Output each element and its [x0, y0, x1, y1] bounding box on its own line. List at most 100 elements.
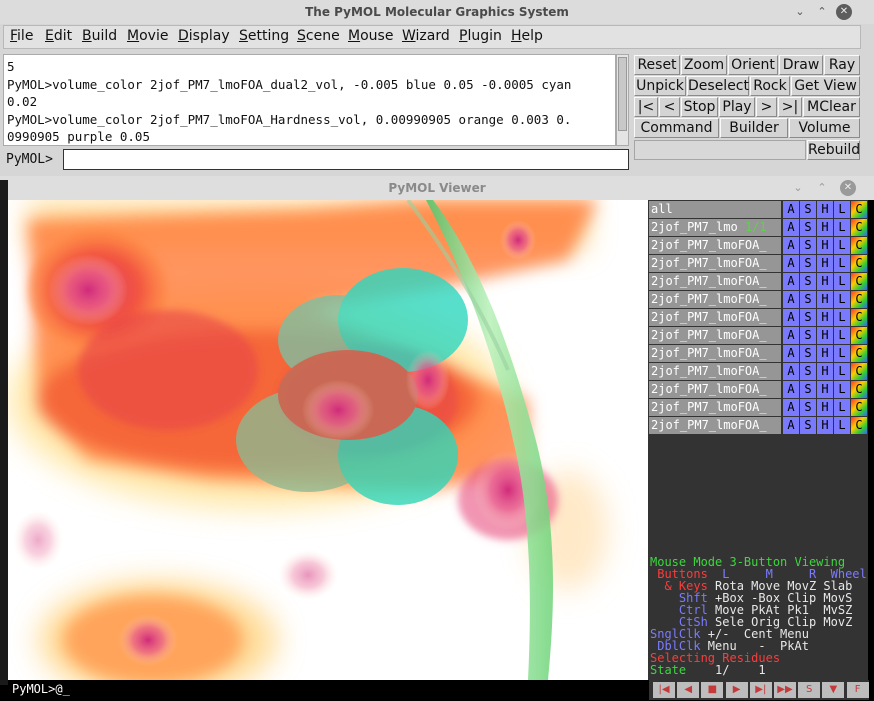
label-button[interactable]: L — [834, 417, 850, 434]
label-button[interactable]: L — [834, 273, 850, 290]
action-button[interactable]: A — [783, 399, 799, 416]
hide-button[interactable]: H — [817, 327, 833, 344]
show-button[interactable]: S — [800, 291, 816, 308]
show-button[interactable]: S — [800, 201, 816, 218]
hide-button[interactable]: H — [817, 291, 833, 308]
hide-button[interactable]: H — [817, 363, 833, 380]
orient-button[interactable]: Orient — [728, 55, 778, 75]
minimize-icon[interactable]: ⌄ — [790, 180, 806, 196]
hide-button[interactable]: H — [817, 219, 833, 236]
viewer-prompt[interactable]: PyMOL>@_ — [8, 680, 648, 698]
object-name[interactable]: 2jof_PM7_lmoFOA_ — [649, 255, 781, 272]
volume-button[interactable]: Volume — [789, 118, 860, 138]
color-button[interactable]: C — [851, 255, 867, 272]
dropdown-button[interactable]: ▼ — [822, 682, 845, 698]
rewind-icon[interactable]: |◀ — [653, 682, 675, 698]
deselect-button[interactable]: Deselect — [687, 76, 749, 96]
object-name[interactable]: 2jof_PM7_lmoFOA_ — [649, 237, 781, 254]
color-button[interactable]: C — [851, 219, 867, 236]
menu-movie[interactable]: Movie — [127, 28, 168, 44]
object-name[interactable]: 2jof_PM7_lmoFOA_ — [649, 273, 781, 290]
object-name[interactable]: 2jof_PM7_lmoFOA_ — [649, 399, 781, 416]
object-row-all[interactable]: all A S H L C — [648, 200, 868, 218]
color-button[interactable]: C — [851, 201, 867, 218]
menu-mouse[interactable]: Mouse — [348, 28, 393, 44]
color-button[interactable]: C — [851, 345, 867, 362]
object-name[interactable]: 2jof_PM7_lmo 1/1 — [649, 219, 781, 236]
hide-button[interactable]: H — [817, 273, 833, 290]
hide-button[interactable]: H — [817, 345, 833, 362]
label-button[interactable]: L — [834, 291, 850, 308]
action-button[interactable]: A — [783, 417, 799, 434]
show-button[interactable]: S — [800, 219, 816, 236]
color-button[interactable]: C — [851, 309, 867, 326]
menu-display[interactable]: Display — [178, 28, 230, 44]
show-button[interactable]: S — [800, 237, 816, 254]
menu-setting[interactable]: Setting — [239, 28, 289, 44]
stop-button[interactable]: Stop — [681, 97, 718, 117]
label-button[interactable]: L — [834, 363, 850, 380]
object-row[interactable]: 2jof_PM7_lmoFOA_ A S H L C — [648, 416, 868, 434]
maximize-icon[interactable]: ⌃ — [814, 180, 830, 196]
object-name[interactable]: 2jof_PM7_lmoFOA_ — [649, 345, 781, 362]
menu-file[interactable]: File — [10, 28, 33, 44]
object-name[interactable]: 2jof_PM7_lmoFOA_ — [649, 363, 781, 380]
hide-button[interactable]: H — [817, 237, 833, 254]
scrollbar-thumb[interactable] — [618, 57, 627, 131]
scene-button[interactable]: S — [798, 682, 821, 698]
label-button[interactable]: L — [834, 345, 850, 362]
zoom-button[interactable]: Zoom — [681, 55, 727, 75]
color-button[interactable]: C — [851, 291, 867, 308]
object-name[interactable]: 2jof_PM7_lmoFOA_ — [649, 309, 781, 326]
object-row[interactable]: 2jof_PM7_lmoFOA_ A S H L C — [648, 326, 868, 344]
show-button[interactable]: S — [800, 381, 816, 398]
rock-button[interactable]: Rock — [750, 76, 790, 96]
label-button[interactable]: L — [834, 201, 850, 218]
object-row[interactable]: 2jof_PM7_lmoFOA_ A S H L C — [648, 254, 868, 272]
action-button[interactable]: A — [783, 363, 799, 380]
color-button[interactable]: C — [851, 381, 867, 398]
next-frame-button[interactable]: > — [756, 97, 777, 117]
label-button[interactable]: L — [834, 381, 850, 398]
hide-button[interactable]: H — [817, 381, 833, 398]
object-name[interactable]: 2jof_PM7_lmoFOA_ — [649, 417, 781, 434]
object-name[interactable]: 2jof_PM7_lmoFOA_ — [649, 327, 781, 344]
object-row[interactable]: 2jof_PM7_lmoFOA_ A S H L C — [648, 272, 868, 290]
play-button[interactable]: Play — [719, 97, 755, 117]
show-button[interactable]: S — [800, 345, 816, 362]
menu-help[interactable]: Help — [511, 28, 543, 44]
label-button[interactable]: L — [834, 327, 850, 344]
command-button[interactable]: Command — [634, 118, 719, 138]
object-row[interactable]: 2jof_PM7_lmoFOA_ A S H L C — [648, 308, 868, 326]
last-frame-button[interactable]: >| — [778, 97, 802, 117]
hide-button[interactable]: H — [817, 201, 833, 218]
action-button[interactable]: A — [783, 381, 799, 398]
color-button[interactable]: C — [851, 363, 867, 380]
color-button[interactable]: C — [851, 327, 867, 344]
fast-forward-icon[interactable]: ▶▶ — [774, 682, 796, 698]
show-button[interactable]: S — [800, 417, 816, 434]
prev-frame-button[interactable]: < — [659, 97, 680, 117]
color-button[interactable]: C — [851, 417, 867, 434]
object-row[interactable]: 2jof_PM7_lmoFOA_ A S H L C — [648, 362, 868, 380]
play-icon[interactable]: ▶ — [725, 682, 748, 698]
reset-button[interactable]: Reset — [634, 55, 680, 75]
action-button[interactable]: A — [783, 219, 799, 236]
draw-button[interactable]: Draw — [779, 55, 823, 75]
object-name[interactable]: 2jof_PM7_lmoFOA_ — [649, 291, 781, 308]
hide-button[interactable]: H — [817, 255, 833, 272]
step-forward-icon[interactable]: ▶| — [749, 682, 772, 698]
menu-build[interactable]: Build — [82, 28, 117, 44]
menu-scene[interactable]: Scene — [297, 28, 340, 44]
hide-button[interactable]: H — [817, 309, 833, 326]
close-icon[interactable]: ✕ — [836, 4, 852, 20]
color-button[interactable]: C — [851, 399, 867, 416]
minimize-icon[interactable]: ⌄ — [792, 4, 808, 20]
label-button[interactable]: L — [834, 399, 850, 416]
menu-edit[interactable]: Edit — [45, 28, 72, 44]
fullscreen-button[interactable]: F — [846, 682, 869, 698]
color-button[interactable]: C — [851, 273, 867, 290]
maximize-icon[interactable]: ⌃ — [814, 4, 830, 20]
color-button[interactable]: C — [851, 237, 867, 254]
object-row[interactable]: 2jof_PM7_lmoFOA_ A S H L C — [648, 290, 868, 308]
